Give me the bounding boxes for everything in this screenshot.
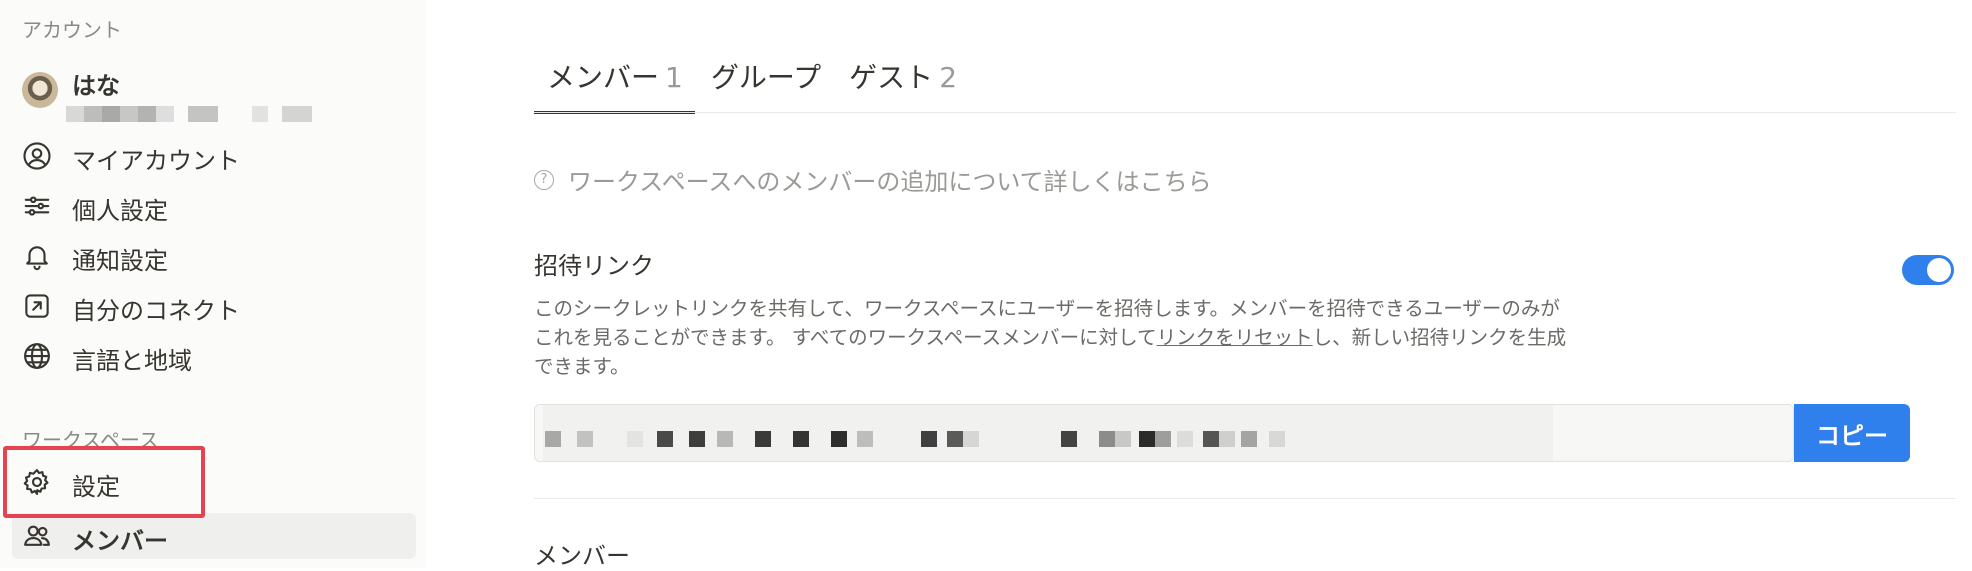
sidebar-item-label: 言語と地域: [72, 347, 192, 375]
settings-highlight-box: [3, 446, 205, 518]
desc-line-2-pre: これを見ることができます。 すべてのワークスペースメンバーに対して: [534, 326, 1157, 349]
desc-line-3: できます。: [534, 355, 630, 378]
sidebar-item-members[interactable]: メンバー: [12, 513, 416, 559]
tab-label: ゲスト: [849, 61, 934, 94]
desc-line-1: このシークレットリンクを共有して、ワークスペースにユーザーを招待します。メンバー…: [534, 297, 1560, 320]
invite-link-field[interactable]: [534, 404, 1794, 462]
tab-count: 1: [665, 61, 683, 94]
settings-sidebar: アカウント はな マイアカウント 個人設定 通知設定 自分のコネクト 言語と地域…: [0, 0, 426, 568]
user-email-redacted: [66, 106, 312, 122]
help-link[interactable]: ? ワークスペースへのメンバーの追加について詳しくはこちら: [534, 162, 1212, 197]
avatar: [22, 72, 58, 108]
tab-label: メンバー: [547, 61, 660, 94]
user-name: はな: [72, 72, 120, 100]
globe-icon: [22, 341, 52, 371]
tab-label: グループ: [710, 61, 822, 94]
invite-link-description: このシークレットリンクを共有して、ワークスペースにユーザーを招待します。メンバー…: [534, 294, 1674, 381]
sliders-icon: [22, 191, 52, 221]
sidebar-item-label: メンバー: [72, 527, 168, 555]
sidebar-item-label: 自分のコネクト: [72, 297, 240, 325]
bell-icon: [22, 241, 52, 271]
tab-count: 2: [939, 61, 958, 94]
tab-members[interactable]: メンバー 1: [534, 56, 695, 116]
tab-guests[interactable]: ゲスト 2: [833, 56, 969, 116]
help-text: ワークスペースへのメンバーの追加について詳しくはこちら: [568, 168, 1212, 196]
account-info: はな: [22, 66, 412, 128]
members-section-title: メンバー: [534, 542, 630, 570]
copy-link-button[interactable]: コピー: [1794, 404, 1910, 462]
reset-link[interactable]: リンクをリセット: [1157, 326, 1313, 349]
people-icon: [22, 521, 52, 551]
section-divider: [534, 498, 1956, 499]
sidebar-item-notifications[interactable]: 通知設定: [12, 233, 416, 279]
sidebar-item-language-region[interactable]: 言語と地域: [12, 333, 416, 379]
user-circle-icon: [22, 141, 52, 171]
sidebar-item-label: 通知設定: [72, 247, 168, 275]
member-tabs: メンバー 1 グループ ゲスト 2: [534, 56, 969, 116]
sidebar-item-my-connections[interactable]: 自分のコネクト: [12, 283, 416, 329]
tabs-divider: [534, 112, 1956, 113]
desc-line-2-post: し、新しい招待リンクを生成: [1312, 326, 1567, 349]
invite-link-redacted: [543, 405, 1553, 461]
sidebar-item-label: マイアカウント: [72, 147, 240, 175]
sidebar-item-personal-settings[interactable]: 個人設定: [12, 183, 416, 229]
invite-link-title: 招待リンク: [534, 252, 654, 280]
account-section-heading: アカウント: [22, 18, 122, 42]
sidebar-item-my-account[interactable]: マイアカウント: [12, 133, 416, 179]
sidebar-item-label: 個人設定: [72, 197, 168, 225]
tab-groups[interactable]: グループ: [695, 56, 833, 116]
arrow-square-icon: [22, 291, 52, 321]
question-icon: ?: [534, 169, 554, 190]
invite-link-toggle[interactable]: [1902, 255, 1954, 285]
desc-line-2: これを見ることができます。 すべてのワークスペースメンバーに対してリンクをリセッ…: [534, 323, 1674, 352]
